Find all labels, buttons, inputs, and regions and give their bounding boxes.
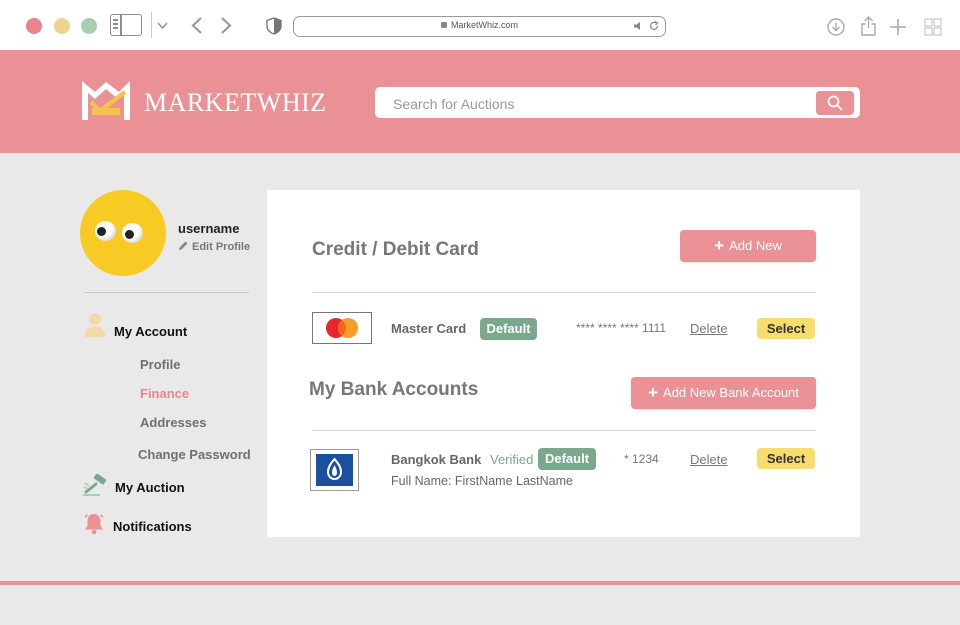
search-button[interactable] [816, 91, 854, 115]
bank-default-badge: Default [538, 448, 596, 470]
window-minimize-button[interactable] [54, 18, 70, 34]
pencil-icon [179, 241, 188, 250]
nav-item-finance[interactable]: Finance [140, 386, 189, 401]
new-tab-icon[interactable] [889, 18, 907, 36]
download-icon[interactable] [827, 18, 845, 36]
avatar[interactable] [80, 190, 166, 276]
bank-verified-status: Verified [490, 452, 534, 467]
card-section-title: Credit / Debit Card [312, 239, 479, 260]
plus-icon: + [648, 383, 659, 402]
card-number: **** **** **** 1111 [576, 321, 667, 335]
add-bank-account-button[interactable]: + Add New Bank Account [631, 377, 816, 409]
bank-name: Bangkok Bank [391, 452, 482, 467]
card-delete-link[interactable]: Delete [690, 321, 728, 336]
nav-item-addresses[interactable]: Addresses [140, 415, 206, 430]
user-icon [85, 313, 105, 337]
bank-delete-link[interactable]: Delete [690, 452, 728, 467]
add-card-button[interactable]: + Add New [680, 230, 816, 262]
bank-account-number: * 1234 [624, 452, 659, 466]
nav-notifications[interactable]: Notifications [113, 519, 192, 534]
edit-profile-link[interactable]: Edit Profile [178, 240, 250, 253]
footer-divider [0, 581, 960, 585]
share-icon[interactable] [861, 16, 876, 36]
address-bar[interactable]: MarketWhiz.com [293, 16, 666, 37]
reload-icon[interactable] [649, 21, 659, 31]
bell-icon [84, 514, 104, 535]
nav-my-account[interactable]: My Account [114, 324, 187, 339]
search-input[interactable] [391, 87, 815, 120]
avatar-right-eye [122, 223, 143, 243]
shield-icon[interactable] [266, 17, 282, 35]
forward-icon[interactable] [220, 16, 232, 35]
speaker-icon[interactable] [633, 21, 643, 31]
window-zoom-button[interactable] [81, 18, 97, 34]
brand-name[interactable]: MARKETWHIZ [144, 88, 327, 118]
toolbar-separator [151, 12, 152, 38]
username: username [178, 221, 240, 236]
card-default-badge: Default [480, 318, 537, 340]
nav-my-auction[interactable]: My Auction [115, 480, 185, 495]
bank-account-full-name: Full Name: FirstName LastName [391, 474, 573, 488]
marketwhiz-logo-icon[interactable] [80, 78, 132, 122]
card-section-divider [312, 292, 816, 293]
site-header: MARKETWHIZ [0, 50, 960, 153]
bangkok-bank-logo-icon [310, 449, 359, 491]
bank-section-title: My Bank Accounts [309, 379, 479, 400]
mastercard-logo-icon [312, 312, 372, 344]
nav-divider [84, 292, 249, 293]
card-select-button[interactable]: Select [757, 318, 815, 339]
search-icon [827, 95, 843, 111]
browser-toolbar: MarketWhiz.com [0, 0, 960, 51]
bank-select-button[interactable]: Select [757, 448, 815, 469]
plus-icon: + [714, 236, 725, 255]
tab-overview-icon[interactable] [924, 18, 942, 36]
gavel-icon [83, 474, 107, 496]
search-box [375, 87, 860, 120]
back-icon[interactable] [191, 16, 203, 35]
bank-section-divider [312, 430, 816, 431]
nav-item-change-password[interactable]: Change Password [138, 447, 251, 462]
lock-icon [440, 22, 447, 28]
window-close-button[interactable] [26, 18, 42, 34]
chevron-down-icon[interactable] [157, 22, 168, 30]
url-text: MarketWhiz.com [294, 20, 665, 30]
nav-item-profile[interactable]: Profile [140, 357, 180, 372]
avatar-left-eye [95, 221, 116, 241]
card-name: Master Card [391, 321, 467, 336]
finance-panel: Credit / Debit Card + Add New Master Card… [267, 190, 860, 537]
sidebar-toggle-icon[interactable] [110, 14, 142, 36]
